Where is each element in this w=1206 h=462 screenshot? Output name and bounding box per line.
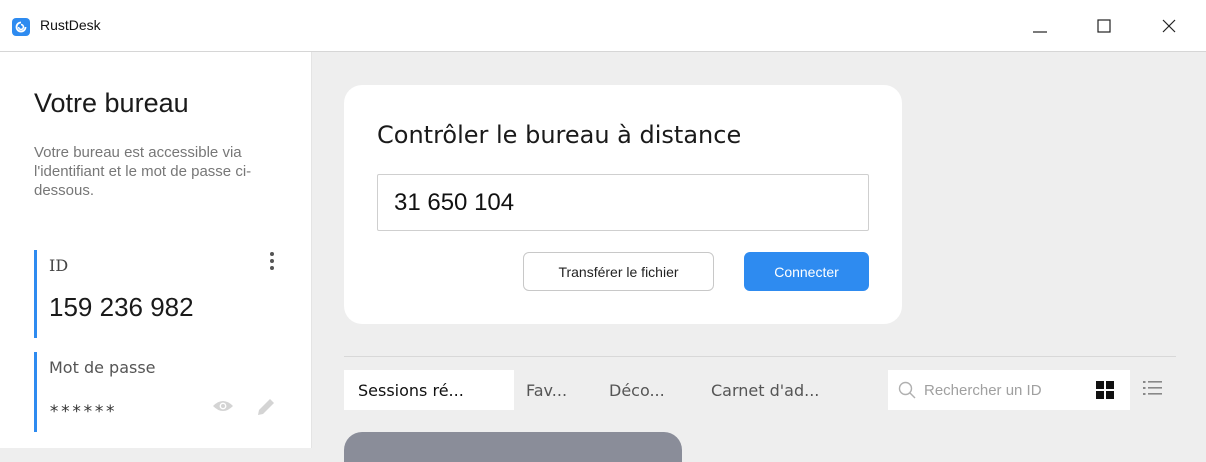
minimize-button[interactable] <box>1017 0 1063 52</box>
pencil-icon[interactable] <box>255 396 277 418</box>
password-block: Mot de passe ****** <box>34 352 287 432</box>
search-icon <box>898 381 916 399</box>
search-input[interactable] <box>924 370 1084 410</box>
remote-control-title: Contrôler le bureau à distance <box>377 121 742 149</box>
window-title: RustDesk <box>40 17 101 33</box>
list-view-icon[interactable] <box>1143 379 1163 397</box>
id-block: ID 159 236 982 <box>34 250 287 338</box>
your-desktop-title: Votre bureau <box>34 88 189 118</box>
tab-recent-sessions[interactable]: Sessions ré... <box>344 370 514 410</box>
tab-discovered[interactable]: Déco... <box>609 370 665 410</box>
password-value: ****** <box>49 402 117 422</box>
tab-favorites[interactable]: Fav... <box>526 370 567 410</box>
your-desktop-description: Votre bureau est accessible via l'identi… <box>34 144 252 199</box>
title-bar: RustDesk <box>0 0 1206 52</box>
password-label: Mot de passe <box>49 358 156 377</box>
app-logo-icon <box>12 18 30 36</box>
session-card[interactable] <box>344 432 682 462</box>
close-button[interactable] <box>1146 0 1192 52</box>
maximize-button[interactable] <box>1081 0 1127 52</box>
tab-address-book[interactable]: Carnet d'ad... <box>711 370 819 410</box>
close-icon <box>1162 19 1176 33</box>
search-box[interactable] <box>888 370 1130 410</box>
transfer-file-button[interactable]: Transférer le fichier <box>523 252 714 291</box>
connect-card: Contrôler le bureau à distance Transfére… <box>344 85 902 324</box>
grid-view-icon[interactable] <box>1096 381 1114 399</box>
connect-button[interactable]: Connecter <box>744 252 869 291</box>
kebab-menu-icon[interactable] <box>266 250 278 272</box>
id-label: ID <box>49 256 69 275</box>
minimize-icon <box>1033 31 1047 33</box>
maximize-icon <box>1097 19 1111 33</box>
remote-id-input[interactable] <box>377 174 869 231</box>
divider <box>344 356 1176 357</box>
id-value: 159 236 982 <box>49 292 194 322</box>
left-panel: Votre bureau Votre bureau est accessible… <box>0 52 312 448</box>
eye-icon[interactable] <box>212 398 234 414</box>
